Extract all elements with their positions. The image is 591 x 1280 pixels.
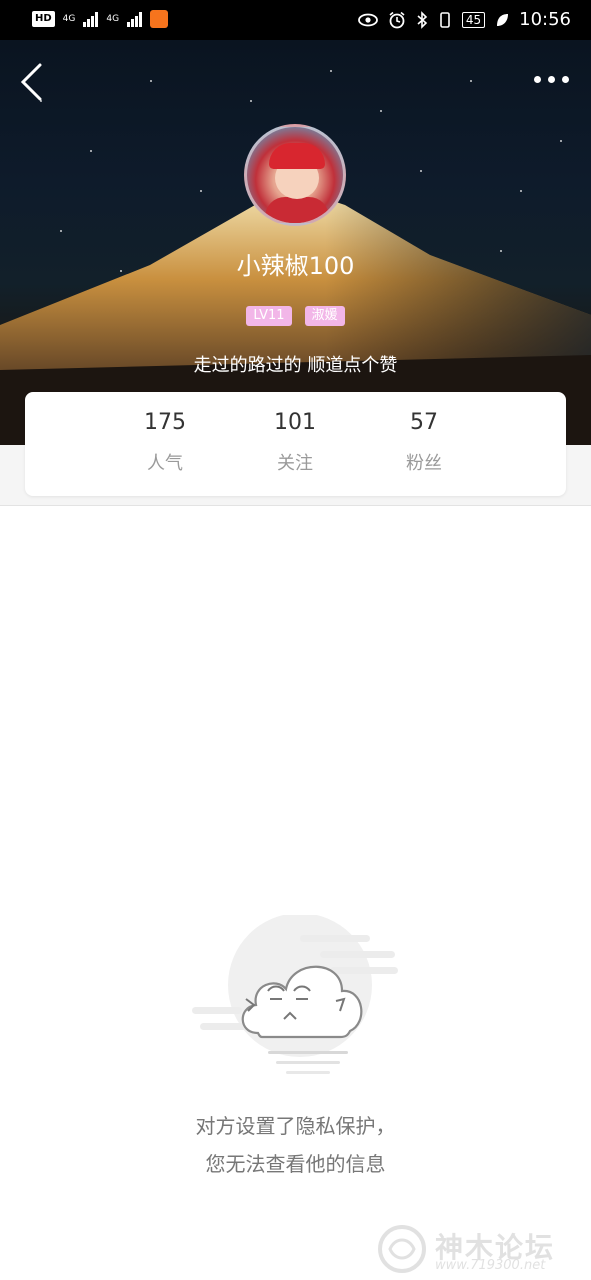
level-badge: LV11 bbox=[246, 306, 292, 326]
forum-watermark: 神木论坛 www.719300.net bbox=[375, 1222, 585, 1276]
avatar[interactable] bbox=[244, 124, 346, 226]
app-notification-icon bbox=[150, 10, 169, 28]
vibrate-icon bbox=[440, 11, 450, 28]
stat-label: 关注 bbox=[277, 453, 313, 474]
stat-value: 101 bbox=[274, 410, 316, 435]
leaf-icon bbox=[497, 13, 509, 26]
cloud-mascot-icon bbox=[192, 915, 398, 1074]
privacy-message-line-1: 对方设置了隐私保护， bbox=[195, 1114, 396, 1138]
stat-following[interactable]: 101 关注 bbox=[255, 410, 335, 475]
user-bio: 走过的路过的 顺道点个赞 bbox=[193, 355, 398, 376]
profile-header-background: 小辣椒100 LV11 淑媛 走过的路过的 顺道点个赞 bbox=[0, 40, 591, 445]
stats-card: 175 人气 101 关注 57 粉丝 bbox=[25, 392, 566, 496]
watermark-logo-icon bbox=[378, 1225, 426, 1273]
hd-badge: HD bbox=[32, 11, 55, 27]
battery-icon: 45 bbox=[461, 11, 486, 28]
stat-popularity[interactable]: 175 人气 bbox=[125, 410, 205, 475]
status-bar: HD 4G 4G 45 10:56 bbox=[0, 0, 591, 40]
clock-time: 10:56 bbox=[519, 9, 571, 30]
stat-value: 57 bbox=[410, 410, 438, 435]
alarm-icon bbox=[389, 11, 405, 28]
stat-value: 175 bbox=[144, 410, 186, 435]
mountain-illustration bbox=[0, 190, 591, 445]
network-type-2: 4G bbox=[106, 13, 120, 24]
signal-icon bbox=[83, 11, 99, 27]
watermark-url: www.719300.net bbox=[435, 1258, 546, 1273]
user-tags: LV11 淑媛 bbox=[0, 304, 591, 326]
stat-label: 人气 bbox=[147, 453, 183, 474]
stat-followers[interactable]: 57 粉丝 bbox=[384, 410, 464, 475]
signal-icon-2 bbox=[127, 11, 143, 27]
title-badge: 淑媛 bbox=[304, 306, 345, 326]
username: 小辣椒100 bbox=[236, 252, 355, 280]
eye-icon bbox=[357, 13, 378, 26]
bluetooth-icon bbox=[417, 10, 428, 29]
back-arrow-icon[interactable] bbox=[18, 62, 46, 102]
network-type-1: 4G bbox=[62, 13, 76, 24]
stat-label: 粉丝 bbox=[406, 453, 442, 474]
privacy-message-line-2: 您无法查看他的信息 bbox=[205, 1152, 386, 1176]
more-options-button[interactable] bbox=[534, 76, 569, 83]
